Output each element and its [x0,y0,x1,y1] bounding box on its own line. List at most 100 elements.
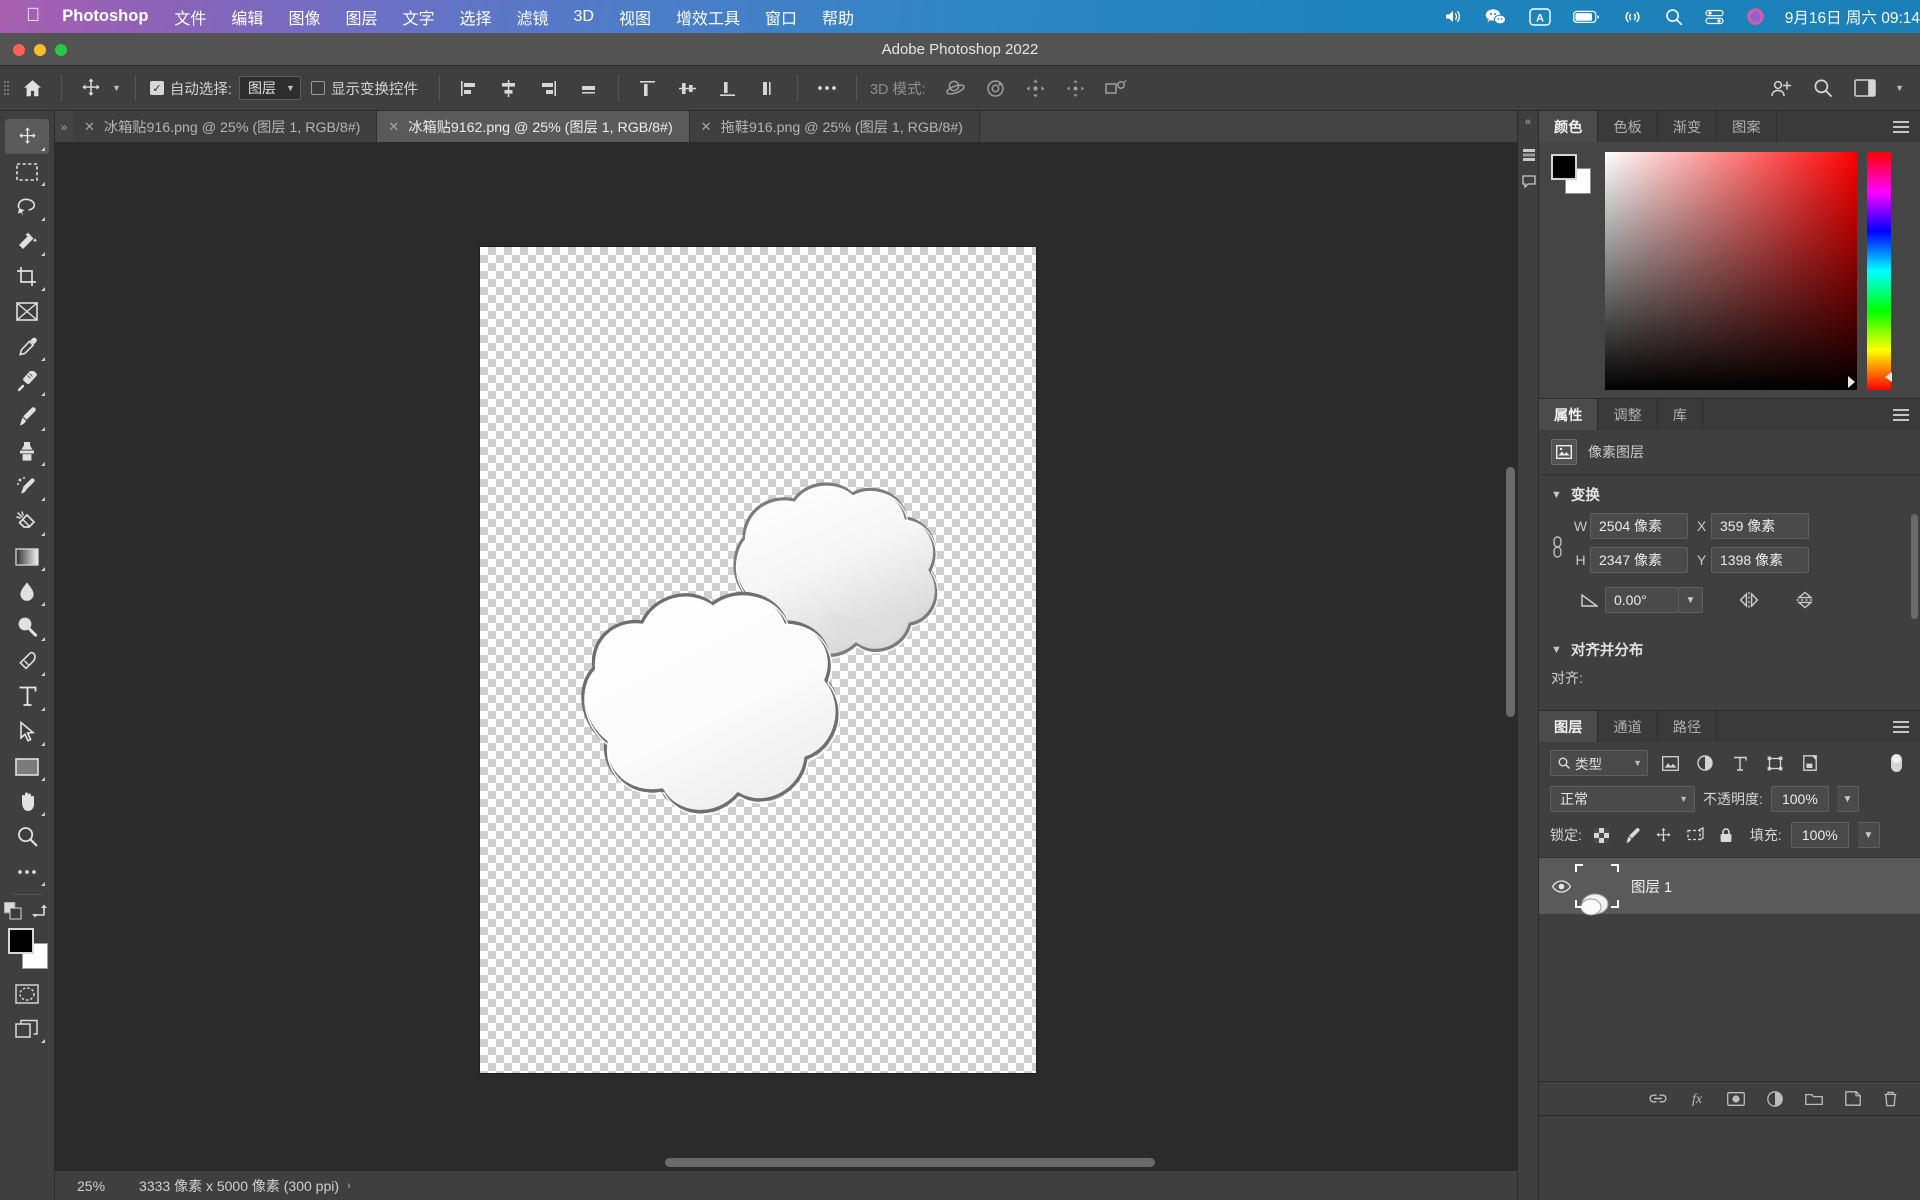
auto-select-checkbox[interactable]: ✓ [149,81,164,95]
flip-vertical-icon[interactable] [1795,591,1815,609]
close-icon[interactable]: ✕ [701,119,712,135]
distribute-horizontal-button[interactable] [569,66,609,111]
orbit-3d-button[interactable] [936,66,976,111]
menu-filter[interactable]: 滤镜 [517,5,549,29]
tab-scroll-arrows-icon[interactable]: » [55,111,73,142]
minimize-window-button[interactable] [34,44,46,56]
adjustment-layer-icon[interactable] [1767,1090,1783,1107]
distribute-vertical-button[interactable] [748,66,788,111]
menu-type[interactable]: 文字 [402,5,434,29]
share-button[interactable] [1761,66,1801,111]
input-source-icon[interactable]: A [1529,7,1551,26]
align-section-header[interactable]: ▼ 对齐并分布 [1539,625,1920,664]
link-dimensions-icon[interactable] [1551,535,1571,559]
spot-healing-brush-tool-icon[interactable] [5,364,49,399]
menu-file[interactable]: 文件 [174,5,206,29]
tab-color[interactable]: 颜色 [1539,111,1599,142]
foreground-color-swatch[interactable] [8,928,34,954]
more-options-button[interactable] [807,66,847,111]
panel-menu-icon[interactable] [1893,711,1920,742]
angle-input[interactable]: 0.00° [1605,587,1679,613]
fill-input[interactable]: 100% [1790,822,1849,848]
lock-all-icon[interactable] [1715,824,1737,846]
filter-pixel-icon[interactable] [1657,750,1683,776]
history-brush-tool-icon[interactable] [5,469,49,504]
document-tab-1[interactable]: ✕ 冰箱贴916.png @ 25% (图层 1, RGB/8#) [73,111,378,142]
brush-tool-icon[interactable] [5,399,49,434]
filter-smart-object-icon[interactable] [1797,750,1823,776]
battery-icon[interactable] [1572,10,1600,24]
menu-app-name[interactable]: Photoshop [62,7,148,26]
filter-shape-icon[interactable] [1762,750,1788,776]
path-selection-tool-icon[interactable] [5,714,49,749]
menu-clock[interactable]: 9月16日 周六 09:14 [1785,6,1920,28]
opacity-chevron-down-icon[interactable]: ▼ [1836,786,1859,812]
workspace-button[interactable] [1845,66,1885,111]
status-expand-arrow-icon[interactable]: › [347,1180,351,1192]
layer-style-icon[interactable]: fx [1689,1091,1705,1106]
cloud-shaped-fridge-magnet-artwork[interactable] [530,472,990,862]
new-group-icon[interactable] [1805,1092,1823,1106]
control-center-icon[interactable] [1705,9,1724,25]
flip-horizontal-icon[interactable] [1739,591,1759,609]
lasso-tool-icon[interactable] [5,189,49,224]
layer-mask-icon[interactable] [1727,1091,1745,1106]
document-tab-3[interactable]: ✕ 拖鞋916.png @ 25% (图层 1, RGB/8#) [689,111,980,142]
filter-adjustment-icon[interactable] [1692,750,1718,776]
lock-transparent-pixels-icon[interactable] [1591,824,1613,846]
tab-libraries[interactable]: 库 [1657,399,1703,430]
tool-preset-chevron-down-icon[interactable]: ▼ [112,83,121,93]
comments-panel-icon[interactable] [1518,168,1539,194]
collapse-panels-icon[interactable]: « [1518,111,1538,128]
scale-3d-button[interactable] [1096,66,1136,111]
panel-menu-icon[interactable] [1893,111,1920,142]
color-picker-handle[interactable] [1848,376,1855,388]
wechat-icon[interactable] [1485,8,1507,25]
opacity-input[interactable]: 100% [1770,786,1829,812]
align-right-button[interactable] [529,66,569,111]
canvas-area[interactable] [55,142,1517,1170]
filter-toggle-icon[interactable] [1883,750,1909,776]
auto-select-scope-dropdown[interactable]: 图层 ▼ [238,76,301,100]
link-layers-icon[interactable] [1649,1092,1667,1105]
menu-select[interactable]: 选择 [459,5,491,29]
blend-mode-dropdown[interactable]: 正常 ▼ [1550,786,1695,812]
canvas-horizontal-scrollbar[interactable] [665,1158,1155,1167]
apple-logo-icon[interactable]:  [26,6,40,25]
layer-filter-kind-dropdown[interactable]: 类型 ▼ [1550,750,1648,776]
transform-section-header[interactable]: ▼ 变换 [1539,475,1920,509]
siri-icon[interactable] [1746,7,1765,26]
align-bottom-button[interactable] [708,66,748,111]
tab-swatches[interactable]: 色板 [1598,111,1658,142]
menu-window[interactable]: 窗口 [765,5,797,29]
layer-name[interactable]: 图层 1 [1631,876,1672,897]
close-window-button[interactable] [13,44,25,56]
tab-gradients[interactable]: 渐变 [1657,111,1718,142]
crop-tool-icon[interactable] [5,259,49,294]
y-input[interactable]: 1398 像素 [1711,547,1809,573]
tab-channels[interactable]: 通道 [1598,711,1658,742]
slide-3d-button[interactable] [1056,66,1096,111]
home-button[interactable] [12,66,52,111]
lock-artboard-nesting-icon[interactable] [1684,824,1706,846]
hue-slider-handle[interactable] [1885,372,1892,382]
menu-help[interactable]: 帮助 [822,5,854,29]
hue-slider[interactable] [1867,152,1892,390]
foreground-color-swatch[interactable] [1551,154,1577,180]
lock-position-icon[interactable] [1653,824,1675,846]
close-icon[interactable]: ✕ [84,119,95,135]
magic-wand-tool-icon[interactable] [5,224,49,259]
lock-image-pixels-icon[interactable] [1622,824,1644,846]
close-icon[interactable]: ✕ [388,119,399,135]
align-left-button[interactable] [449,66,489,111]
options-bar-grip[interactable] [0,66,12,110]
rectangular-marquee-tool-icon[interactable] [5,154,49,189]
tab-paths[interactable]: 路径 [1657,711,1718,742]
angle-chevron-down-icon[interactable]: ▼ [1679,587,1703,613]
edit-toolbar-icon[interactable] [5,854,49,889]
menu-3d[interactable]: 3D [574,8,594,26]
tab-adjustments[interactable]: 调整 [1598,399,1658,430]
pan-3d-button[interactable] [1016,66,1056,111]
align-top-button[interactable] [628,66,668,111]
eyedropper-tool-icon[interactable] [5,329,49,364]
